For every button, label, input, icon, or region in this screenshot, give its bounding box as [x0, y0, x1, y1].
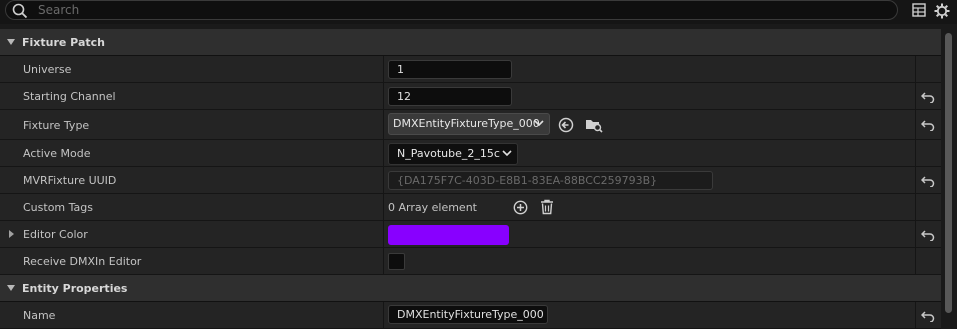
- column-divider: [915, 248, 916, 274]
- category-fixture-patch[interactable]: Fixture Patch: [0, 29, 941, 56]
- property-row-receive-dmx: Receive DMXIn Editor: [0, 248, 941, 275]
- fixture-type-value: DMXEntityFixtureType_000: [393, 117, 540, 130]
- column-divider: [915, 302, 916, 328]
- use-selected-icon[interactable]: [558, 117, 574, 133]
- property-label: Universe: [23, 63, 72, 76]
- property-row-universe: Universe 1: [0, 56, 941, 83]
- details-panel: Fixture Patch Universe 1 Starting Channe…: [0, 29, 941, 329]
- reset-to-default-icon[interactable]: [921, 175, 935, 187]
- property-label: Custom Tags: [23, 201, 93, 214]
- active-mode-value: N_Pavotube_2_15c: [397, 147, 500, 160]
- column-divider[interactable]: [383, 83, 384, 109]
- chevron-down-icon: [534, 120, 544, 127]
- column-divider: [915, 83, 916, 109]
- trash-icon[interactable]: [540, 199, 554, 215]
- collapse-arrow-icon[interactable]: [7, 39, 15, 45]
- property-label: Active Mode: [23, 147, 91, 160]
- browse-asset-icon[interactable]: [585, 117, 603, 133]
- search-input[interactable]: Search: [5, 0, 898, 20]
- vertical-scrollbar[interactable]: [941, 29, 957, 323]
- column-divider: [915, 140, 916, 166]
- search-placeholder: Search: [38, 3, 80, 17]
- category-label: Fixture Patch: [22, 36, 105, 49]
- property-row-active-mode: Active Mode N_Pavotube_2_15c: [0, 140, 941, 167]
- property-label: MVRFixture UUID: [23, 174, 117, 187]
- column-divider[interactable]: [383, 194, 384, 220]
- starting-channel-field[interactable]: 12: [388, 87, 512, 106]
- column-divider: [915, 194, 916, 220]
- property-row-name: Name DMXEntityFixtureType_000: [0, 302, 941, 329]
- column-divider[interactable]: [383, 56, 384, 82]
- name-field[interactable]: DMXEntityFixtureType_000: [388, 305, 548, 324]
- reset-to-default-icon[interactable]: [921, 91, 935, 103]
- chevron-down-icon: [502, 150, 512, 157]
- gear-icon[interactable]: [934, 3, 950, 19]
- property-row-mvr-uuid: MVRFixture UUID {DA175F7C-403D-E8B1-83EA…: [0, 167, 941, 194]
- scrollbar-thumb[interactable]: [945, 33, 952, 313]
- editor-color-swatch[interactable]: [388, 225, 509, 245]
- column-divider[interactable]: [383, 248, 384, 274]
- column-divider[interactable]: [383, 110, 384, 139]
- column-divider[interactable]: [383, 302, 384, 328]
- table-view-icon[interactable]: [912, 3, 926, 17]
- universe-field[interactable]: 1: [388, 60, 512, 79]
- reset-to-default-icon[interactable]: [921, 119, 935, 131]
- fixture-type-dropdown[interactable]: DMXEntityFixtureType_000: [388, 113, 550, 135]
- property-row-custom-tags: Custom Tags 0 Array element: [0, 194, 941, 221]
- expand-arrow-icon[interactable]: [9, 230, 14, 238]
- column-divider[interactable]: [383, 221, 384, 247]
- property-label: Fixture Type: [23, 119, 90, 132]
- reset-to-default-icon[interactable]: [921, 310, 935, 322]
- property-row-starting-channel: Starting Channel 12: [0, 83, 941, 110]
- mvr-uuid-field: {DA175F7C-403D-E8B1-83EA-88BCC259793B}: [388, 171, 713, 190]
- receive-dmx-checkbox[interactable]: [388, 253, 405, 270]
- property-row-fixture-type: Fixture Type DMXEntityFixtureType_000: [0, 110, 941, 140]
- property-label: Receive DMXIn Editor: [23, 255, 142, 268]
- property-label: Starting Channel: [23, 90, 116, 103]
- search-icon: [12, 3, 28, 19]
- array-count-text: 0 Array element: [388, 201, 477, 214]
- reset-to-default-icon[interactable]: [921, 229, 935, 241]
- column-divider[interactable]: [383, 167, 384, 193]
- category-label: Entity Properties: [22, 282, 128, 295]
- property-row-editor-color: Editor Color: [0, 221, 941, 248]
- active-mode-dropdown[interactable]: N_Pavotube_2_15c: [388, 143, 518, 165]
- column-divider: [915, 110, 916, 139]
- column-divider: [915, 167, 916, 193]
- column-divider: [915, 221, 916, 247]
- property-label: Editor Color: [23, 228, 88, 241]
- collapse-arrow-icon[interactable]: [7, 285, 15, 291]
- add-element-icon[interactable]: [513, 200, 528, 215]
- column-divider[interactable]: [383, 140, 384, 166]
- details-toolbar: Search: [0, 0, 957, 24]
- category-entity-properties[interactable]: Entity Properties: [0, 275, 941, 302]
- property-label: Name: [23, 309, 56, 322]
- column-divider: [915, 56, 916, 82]
